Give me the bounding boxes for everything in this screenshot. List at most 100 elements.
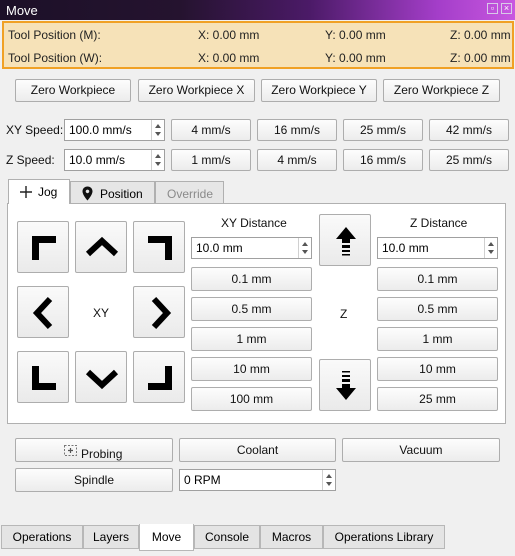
stepper-up-icon[interactable] — [326, 474, 332, 478]
work-y: Y: 0.00 mm — [325, 51, 386, 65]
move-cross-icon — [20, 186, 32, 198]
jog-z-down-button[interactable] — [319, 359, 371, 411]
jog-z-up-button[interactable] — [319, 214, 371, 266]
tab-position[interactable]: Position — [70, 181, 155, 204]
probing-button[interactable]: Probing — [15, 438, 173, 462]
z-speed-preset-4[interactable]: 4 mm/s — [257, 149, 337, 171]
zero-workpiece-y-button[interactable]: Zero Workpiece Y — [261, 79, 377, 102]
stepper-up-icon[interactable] — [155, 154, 161, 158]
work-z: Z: 0.00 mm — [450, 51, 511, 65]
stepper-down-icon[interactable] — [155, 132, 161, 136]
arrow-down-right-icon — [148, 366, 172, 390]
z-distance-input[interactable]: 10.0 mm — [377, 237, 498, 259]
arrow-up-icon — [336, 227, 356, 256]
chevron-right-icon — [151, 296, 172, 330]
machine-x: X: 0.00 mm — [198, 28, 260, 42]
xy-speed-preset-16[interactable]: 16 mm/s — [257, 119, 337, 141]
jog-up-button[interactable] — [75, 221, 127, 273]
xy-distance-value: 10.0 mm — [196, 241, 243, 255]
z-distance-preset-0-5[interactable]: 0.5 mm — [377, 297, 498, 321]
tab-jog[interactable]: Jog — [8, 179, 70, 204]
xy-distance-preset-100[interactable]: 100 mm — [191, 387, 312, 411]
z-speed-value: 10.0 mm/s — [69, 153, 126, 167]
work-x: X: 0.00 mm — [198, 51, 260, 65]
bottom-tab-layers[interactable]: Layers — [83, 525, 139, 549]
zero-workpiece-x-button[interactable]: Zero Workpiece X — [138, 79, 255, 102]
z-speed-preset-1[interactable]: 1 mm/s — [171, 149, 251, 171]
arrow-up-left-icon — [32, 236, 56, 260]
xy-distance-preset-0-1[interactable]: 0.1 mm — [191, 267, 312, 291]
z-speed-label: Z Speed: — [6, 153, 55, 167]
xy-distance-input[interactable]: 10.0 mm — [191, 237, 312, 259]
jog-down-button[interactable] — [75, 351, 127, 403]
xy-speed-preset-42[interactable]: 42 mm/s — [429, 119, 509, 141]
machine-y: Y: 0.00 mm — [325, 28, 386, 42]
z-distance-preset-0-1[interactable]: 0.1 mm — [377, 267, 498, 291]
work-position-label: Tool Position (W): — [8, 51, 103, 65]
xy-speed-label: XY Speed: — [6, 123, 64, 137]
z-distance-stepper[interactable] — [484, 238, 497, 258]
spindle-rpm-value: 0 RPM — [184, 473, 221, 487]
jog-up-right-button[interactable] — [133, 221, 185, 273]
tab-override[interactable]: Override — [155, 181, 224, 204]
z-distance-preset-10[interactable]: 10 mm — [377, 357, 498, 381]
map-pin-icon — [82, 186, 93, 201]
tab-override-label: Override — [167, 187, 214, 201]
stepper-up-icon[interactable] — [488, 242, 494, 246]
stepper-down-icon[interactable] — [302, 250, 308, 254]
z-speed-input[interactable]: 10.0 mm/s — [64, 149, 165, 171]
window-titlebar[interactable]: Move ▫ × — [0, 0, 515, 20]
tab-jog-label: Jog — [38, 185, 58, 199]
work-position-row: Tool Position (W): X: 0.00 mm Y: 0.00 mm… — [4, 48, 512, 68]
z-distance-preset-1[interactable]: 1 mm — [377, 327, 498, 351]
zero-workpiece-z-button[interactable]: Zero Workpiece Z — [383, 79, 500, 102]
jog-down-left-button[interactable] — [17, 351, 69, 403]
vacuum-button[interactable]: Vacuum — [342, 438, 500, 462]
jog-down-right-button[interactable] — [133, 351, 185, 403]
jog-left-button[interactable] — [17, 286, 69, 338]
z-distance-preset-25[interactable]: 25 mm — [377, 387, 498, 411]
jog-xy-label: XY — [93, 306, 110, 320]
jog-up-left-button[interactable] — [17, 221, 69, 273]
stepper-up-icon[interactable] — [155, 124, 161, 128]
z-speed-stepper[interactable] — [151, 150, 164, 170]
chevron-down-icon — [85, 369, 119, 390]
bottom-tab-move[interactable]: Move — [139, 524, 194, 551]
xy-speed-stepper[interactable] — [151, 120, 164, 140]
spindle-rpm-stepper[interactable] — [322, 470, 335, 490]
coolant-button[interactable]: Coolant — [179, 438, 336, 462]
xy-speed-input[interactable]: 100.0 mm/s — [64, 119, 165, 141]
bottom-tab-console[interactable]: Console — [194, 525, 260, 549]
stepper-down-icon[interactable] — [326, 482, 332, 486]
stepper-down-icon[interactable] — [488, 250, 494, 254]
arrow-up-right-icon — [148, 236, 172, 260]
probing-label: Probing — [81, 447, 123, 461]
jog-z-label: Z — [340, 307, 348, 321]
close-icon[interactable]: × — [501, 3, 512, 14]
tool-position-panel: Tool Position (M): X: 0.00 mm Y: 0.00 mm… — [2, 21, 514, 69]
window-title: Move — [6, 3, 38, 18]
arrow-down-icon — [336, 371, 356, 400]
spindle-button[interactable]: Spindle — [15, 468, 173, 492]
xy-distance-preset-1[interactable]: 1 mm — [191, 327, 312, 351]
chevron-left-icon — [32, 296, 53, 330]
xy-speed-preset-4[interactable]: 4 mm/s — [171, 119, 251, 141]
xy-distance-stepper[interactable] — [298, 238, 311, 258]
stepper-up-icon[interactable] — [302, 242, 308, 246]
bottom-tab-operations[interactable]: Operations — [1, 525, 83, 549]
float-icon[interactable]: ▫ — [487, 3, 498, 14]
xy-distance-title: XY Distance — [221, 216, 287, 230]
zero-workpiece-button[interactable]: Zero Workpiece — [15, 79, 131, 102]
machine-z: Z: 0.00 mm — [450, 28, 511, 42]
stepper-down-icon[interactable] — [155, 162, 161, 166]
bottom-tab-operations-library[interactable]: Operations Library — [323, 525, 445, 549]
jog-right-button[interactable] — [133, 286, 185, 338]
machine-position-row: Tool Position (M): X: 0.00 mm Y: 0.00 mm… — [4, 25, 512, 45]
xy-speed-preset-25[interactable]: 25 mm/s — [343, 119, 423, 141]
spindle-rpm-input[interactable]: 0 RPM — [179, 469, 336, 491]
z-speed-preset-25[interactable]: 25 mm/s — [429, 149, 509, 171]
bottom-tab-macros[interactable]: Macros — [260, 525, 323, 549]
xy-distance-preset-10[interactable]: 10 mm — [191, 357, 312, 381]
z-speed-preset-16[interactable]: 16 mm/s — [343, 149, 423, 171]
xy-distance-preset-0-5[interactable]: 0.5 mm — [191, 297, 312, 321]
